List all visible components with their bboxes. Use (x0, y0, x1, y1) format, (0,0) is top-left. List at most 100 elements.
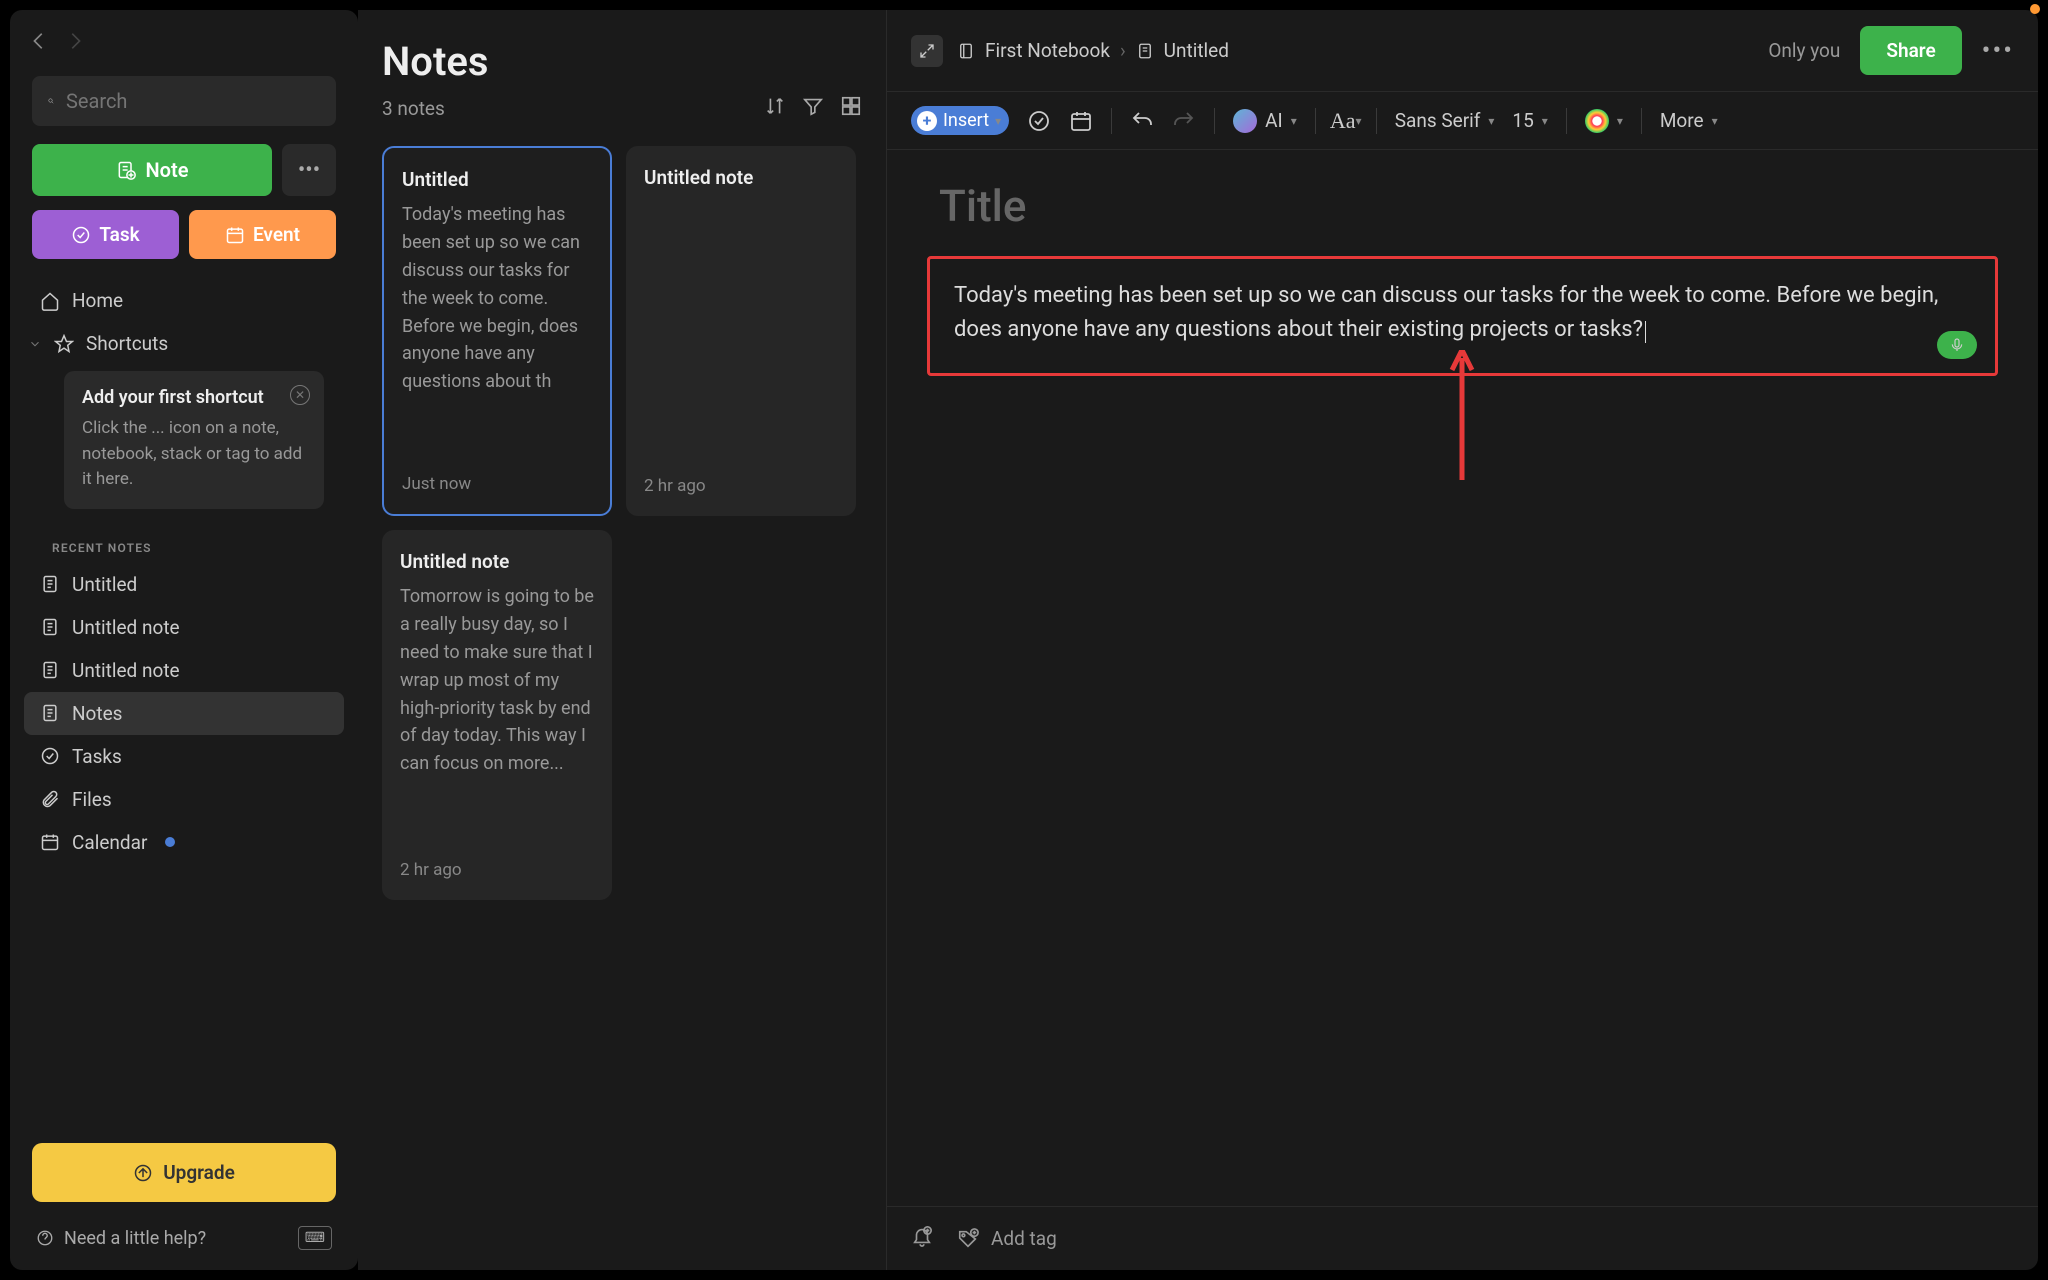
sort-icon[interactable] (764, 95, 786, 122)
note-card-title: Untitled (402, 168, 592, 191)
add-tag-button[interactable]: Add tag (957, 1227, 1057, 1250)
dictation-button[interactable] (1937, 331, 1977, 359)
recent-note-2-label: Untitled note (72, 659, 180, 682)
notes-icon (40, 703, 60, 723)
search-input[interactable] (66, 89, 320, 113)
toolbar-separator (1315, 108, 1316, 134)
add-tag-label: Add tag (991, 1227, 1057, 1250)
help-link[interactable]: Need a little help? (36, 1228, 206, 1249)
toolbar-more[interactable]: More ▾ (1660, 109, 1718, 132)
add-reminder-button[interactable] (911, 1225, 933, 1252)
shortcut-tip: ✕ Add your first shortcut Click the ... … (64, 371, 324, 509)
font-size-select[interactable]: 15 ▾ (1512, 109, 1547, 132)
notes-count: 3 notes (382, 97, 445, 120)
calendar-insert-button[interactable] (1069, 109, 1093, 133)
nav-files[interactable]: Files (24, 778, 344, 821)
font-family-select[interactable]: Sans Serif ▾ (1395, 109, 1495, 132)
nav-calendar[interactable]: Calendar (24, 821, 344, 864)
filter-icon[interactable] (802, 95, 824, 122)
note-icon (40, 617, 60, 637)
nav-tasks[interactable]: Tasks (24, 735, 344, 778)
microphone-icon (1949, 337, 1965, 353)
tag-plus-icon (957, 1228, 979, 1250)
nav-shortcuts-label: Shortcuts (86, 332, 168, 355)
note-card-body: Today's meeting has been set up so we ca… (402, 201, 592, 464)
task-checkbox-button[interactable] (1027, 109, 1051, 133)
tasks-icon (40, 746, 60, 766)
note-card-0[interactable]: Untitled Today's meeting has been set up… (382, 146, 612, 516)
new-note-button[interactable]: Note (32, 144, 272, 196)
new-more-button[interactable]: ••• (282, 144, 336, 196)
recent-note-1[interactable]: Untitled note (24, 606, 344, 649)
home-icon (40, 291, 60, 311)
new-event-button[interactable]: Event (189, 210, 336, 259)
help-label: Need a little help? (64, 1228, 206, 1249)
sidebar: Note ••• Task Event Home (10, 10, 358, 1270)
chevron-down-icon: ▾ (1542, 114, 1548, 128)
note-card-time: 2 hr ago (644, 476, 838, 496)
event-button-label: Event (253, 223, 300, 246)
expand-button[interactable] (911, 35, 943, 67)
tip-close-button[interactable]: ✕ (290, 385, 310, 405)
undo-button[interactable] (1130, 109, 1154, 133)
chevron-down-icon: ▾ (995, 114, 1001, 128)
recent-note-0-label: Untitled (72, 573, 137, 596)
nav-arrows (10, 22, 358, 76)
editor-more-button[interactable]: ••• (1982, 36, 2014, 66)
calendar-icon (40, 832, 60, 852)
expand-icon (918, 42, 936, 60)
note-title-input[interactable]: Title (939, 180, 1998, 232)
nav-tasks-label: Tasks (72, 745, 122, 768)
note-icon (40, 660, 60, 680)
keyboard-shortcuts-icon[interactable]: ⌨ (298, 1226, 332, 1250)
recent-note-2[interactable]: Untitled note (24, 649, 344, 692)
task-icon (71, 225, 91, 245)
notes-subheader: 3 notes (382, 95, 862, 122)
plus-icon: + (917, 111, 937, 131)
note-card-title: Untitled note (400, 550, 594, 573)
editor-top-left: First Notebook › Untitled (911, 35, 1229, 67)
note-content[interactable]: Today's meeting has been set up so we ca… (954, 283, 1938, 342)
insert-button[interactable]: + Insert ▾ (911, 106, 1009, 135)
note-icon (40, 574, 60, 594)
note-cards: Untitled Today's meeting has been set up… (382, 146, 862, 900)
back-icon[interactable] (28, 30, 50, 58)
notes-title: Notes (382, 38, 862, 85)
note-plus-icon (116, 160, 136, 180)
new-task-button[interactable]: Task (32, 210, 179, 259)
upgrade-label: Upgrade (163, 1161, 235, 1184)
nav-notes[interactable]: Notes (24, 692, 344, 735)
nav-calendar-label: Calendar (72, 831, 147, 854)
calendar-icon (225, 225, 245, 245)
ai-icon (1233, 109, 1257, 133)
nav-list: Home Shortcuts ✕ Add your first shortcut… (10, 279, 358, 1129)
upgrade-icon (133, 1163, 153, 1183)
font-size-label: 15 (1512, 109, 1533, 132)
breadcrumb-note[interactable]: Untitled (1164, 39, 1229, 62)
upgrade-button[interactable]: Upgrade (32, 1143, 336, 1202)
share-button[interactable]: Share (1860, 26, 1961, 75)
notes-header: Notes (382, 38, 862, 95)
window-modified-dot (2030, 4, 2040, 14)
view-grid-icon[interactable] (840, 95, 862, 122)
text-color-button[interactable]: ▾ (1585, 109, 1623, 133)
annotation-arrow (1447, 350, 1477, 484)
share-label: Share (1886, 39, 1935, 62)
chevron-down-icon (28, 334, 42, 354)
color-wheel-icon (1585, 109, 1609, 133)
text-style-button[interactable]: Aa ▾ (1334, 109, 1358, 133)
editor-body[interactable]: Title Today's meeting has been set up so… (887, 150, 2038, 1206)
note-card-2[interactable]: Untitled note Tomorrow is going to be a … (382, 530, 612, 900)
secondary-actions: Task Event (10, 210, 358, 279)
note-card-1[interactable]: Untitled note 2 hr ago (626, 146, 856, 516)
ellipsis-icon: ••• (298, 158, 320, 183)
share-status: Only you (1768, 39, 1840, 62)
recent-note-0[interactable]: Untitled (24, 563, 344, 606)
search-box[interactable] (32, 76, 336, 126)
note-card-time: 2 hr ago (400, 860, 594, 880)
nav-home[interactable]: Home (24, 279, 344, 322)
nav-files-label: Files (72, 788, 112, 811)
ai-button[interactable]: AI ▾ (1233, 109, 1297, 133)
nav-shortcuts[interactable]: Shortcuts (24, 322, 344, 365)
breadcrumb-notebook[interactable]: First Notebook (985, 39, 1110, 62)
